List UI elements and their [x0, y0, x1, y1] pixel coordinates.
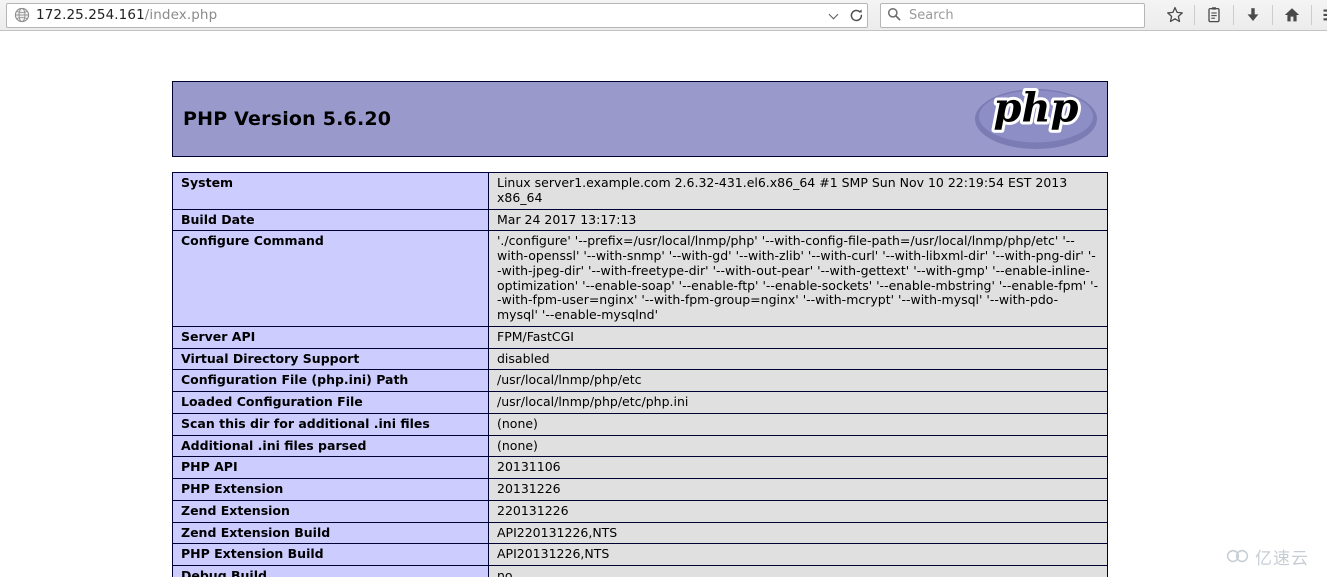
table-row: PHP Extension 20131226 [172, 478, 1108, 501]
row-key: Server API [172, 325, 489, 349]
url-bar[interactable]: 172.25.254.161/index.php [6, 2, 868, 28]
table-row: System Linux server1.example.com 2.6.32-… [172, 172, 1108, 210]
table-row: Debug Build no [172, 565, 1108, 577]
row-value: disabled [488, 347, 1108, 371]
table-row: PHP Extension Build API20131226,NTS [172, 543, 1108, 566]
table-row: Additional .ini files parsed (none) [172, 434, 1108, 458]
row-value: 220131226 [488, 499, 1108, 523]
row-value: API220131226,NTS [488, 521, 1108, 545]
reader-list-icon[interactable] [1198, 2, 1230, 28]
toolbar-divider [1233, 5, 1234, 25]
watermark: 亿速云 [1226, 544, 1309, 569]
row-value: /usr/local/lnmp/php/etc/php.ini [488, 391, 1108, 414]
row-value: './configure' '--prefix=/usr/local/lnmp/… [488, 230, 1108, 327]
phpinfo-page: PHP Version 5.6.20 php php System Linux … [0, 31, 1327, 577]
row-value: (none) [488, 412, 1108, 436]
browser-action-icons [1159, 2, 1327, 28]
php-logo: php php [973, 82, 1099, 153]
toolbar-divider [1194, 5, 1195, 25]
menu-hamburger-icon[interactable] [1315, 2, 1327, 28]
search-input[interactable] [907, 6, 1138, 24]
row-key: PHP Extension [172, 478, 489, 501]
table-row: PHP API 20131106 [172, 456, 1108, 479]
row-key: Configure Command [172, 230, 489, 327]
row-value: (none) [488, 434, 1108, 458]
row-value: 20131226 [488, 478, 1108, 501]
toolbar-divider [1272, 5, 1273, 25]
row-value: API20131226,NTS [488, 543, 1108, 566]
row-key: Loaded Configuration File [172, 391, 489, 414]
bookmark-star-icon[interactable] [1159, 2, 1191, 28]
row-key: Build Date [172, 208, 489, 232]
row-key: Configuration File (php.ini) Path [172, 369, 489, 392]
table-row: Loaded Configuration File /usr/local/lnm… [172, 391, 1108, 414]
page-title: PHP Version 5.6.20 [183, 108, 392, 130]
row-key: PHP API [172, 456, 489, 479]
row-value: 20131106 [488, 456, 1108, 479]
svg-text:php: php [993, 86, 1078, 132]
phpinfo-header-banner: PHP Version 5.6.20 php php [172, 81, 1108, 157]
row-key: Zend Extension [172, 499, 489, 523]
row-value: /usr/local/lnmp/php/etc [488, 369, 1108, 392]
home-icon[interactable] [1276, 2, 1308, 28]
row-value: no [488, 565, 1108, 577]
table-row: Build Date Mar 24 2017 13:17:13 [172, 208, 1108, 232]
reload-icon[interactable] [849, 8, 864, 23]
search-icon [887, 6, 901, 25]
row-key: Debug Build [172, 565, 489, 577]
row-value: FPM/FastCGI [488, 325, 1108, 349]
phpinfo-table: System Linux server1.example.com 2.6.32-… [172, 172, 1108, 577]
table-row: Configure Command './configure' '--prefi… [172, 230, 1108, 327]
downloads-icon[interactable] [1237, 2, 1269, 28]
row-key: Scan this dir for additional .ini files [172, 412, 489, 436]
cloud-icon [1226, 546, 1250, 568]
table-row: Zend Extension 220131226 [172, 499, 1108, 523]
row-value: Linux server1.example.com 2.6.32-431.el6… [488, 172, 1108, 210]
row-key: Virtual Directory Support [172, 347, 489, 371]
table-row: Zend Extension Build API220131226,NTS [172, 521, 1108, 545]
url-text: 172.25.254.161/index.php [36, 7, 217, 23]
table-row: Server API FPM/FastCGI [172, 325, 1108, 349]
row-value: Mar 24 2017 13:17:13 [488, 208, 1108, 232]
url-host: 172.25.254.161 [36, 7, 145, 23]
row-key: Zend Extension Build [172, 521, 489, 545]
watermark-text: 亿速云 [1255, 549, 1309, 569]
url-path: /index.php [144, 7, 218, 23]
table-row: Configuration File (php.ini) Path /usr/l… [172, 369, 1108, 392]
browser-toolbar: 172.25.254.161/index.php [0, 0, 1327, 31]
row-key: System [172, 172, 489, 210]
chevron-down-icon[interactable] [829, 10, 840, 21]
toolbar-divider [1311, 5, 1312, 25]
search-box[interactable] [880, 2, 1145, 28]
globe-icon [14, 7, 30, 23]
row-key: Additional .ini files parsed [172, 434, 489, 458]
phpinfo-table-body: System Linux server1.example.com 2.6.32-… [172, 172, 1108, 577]
table-row: Virtual Directory Support disabled [172, 347, 1108, 371]
table-row: Scan this dir for additional .ini files … [172, 412, 1108, 436]
row-key: PHP Extension Build [172, 543, 489, 566]
